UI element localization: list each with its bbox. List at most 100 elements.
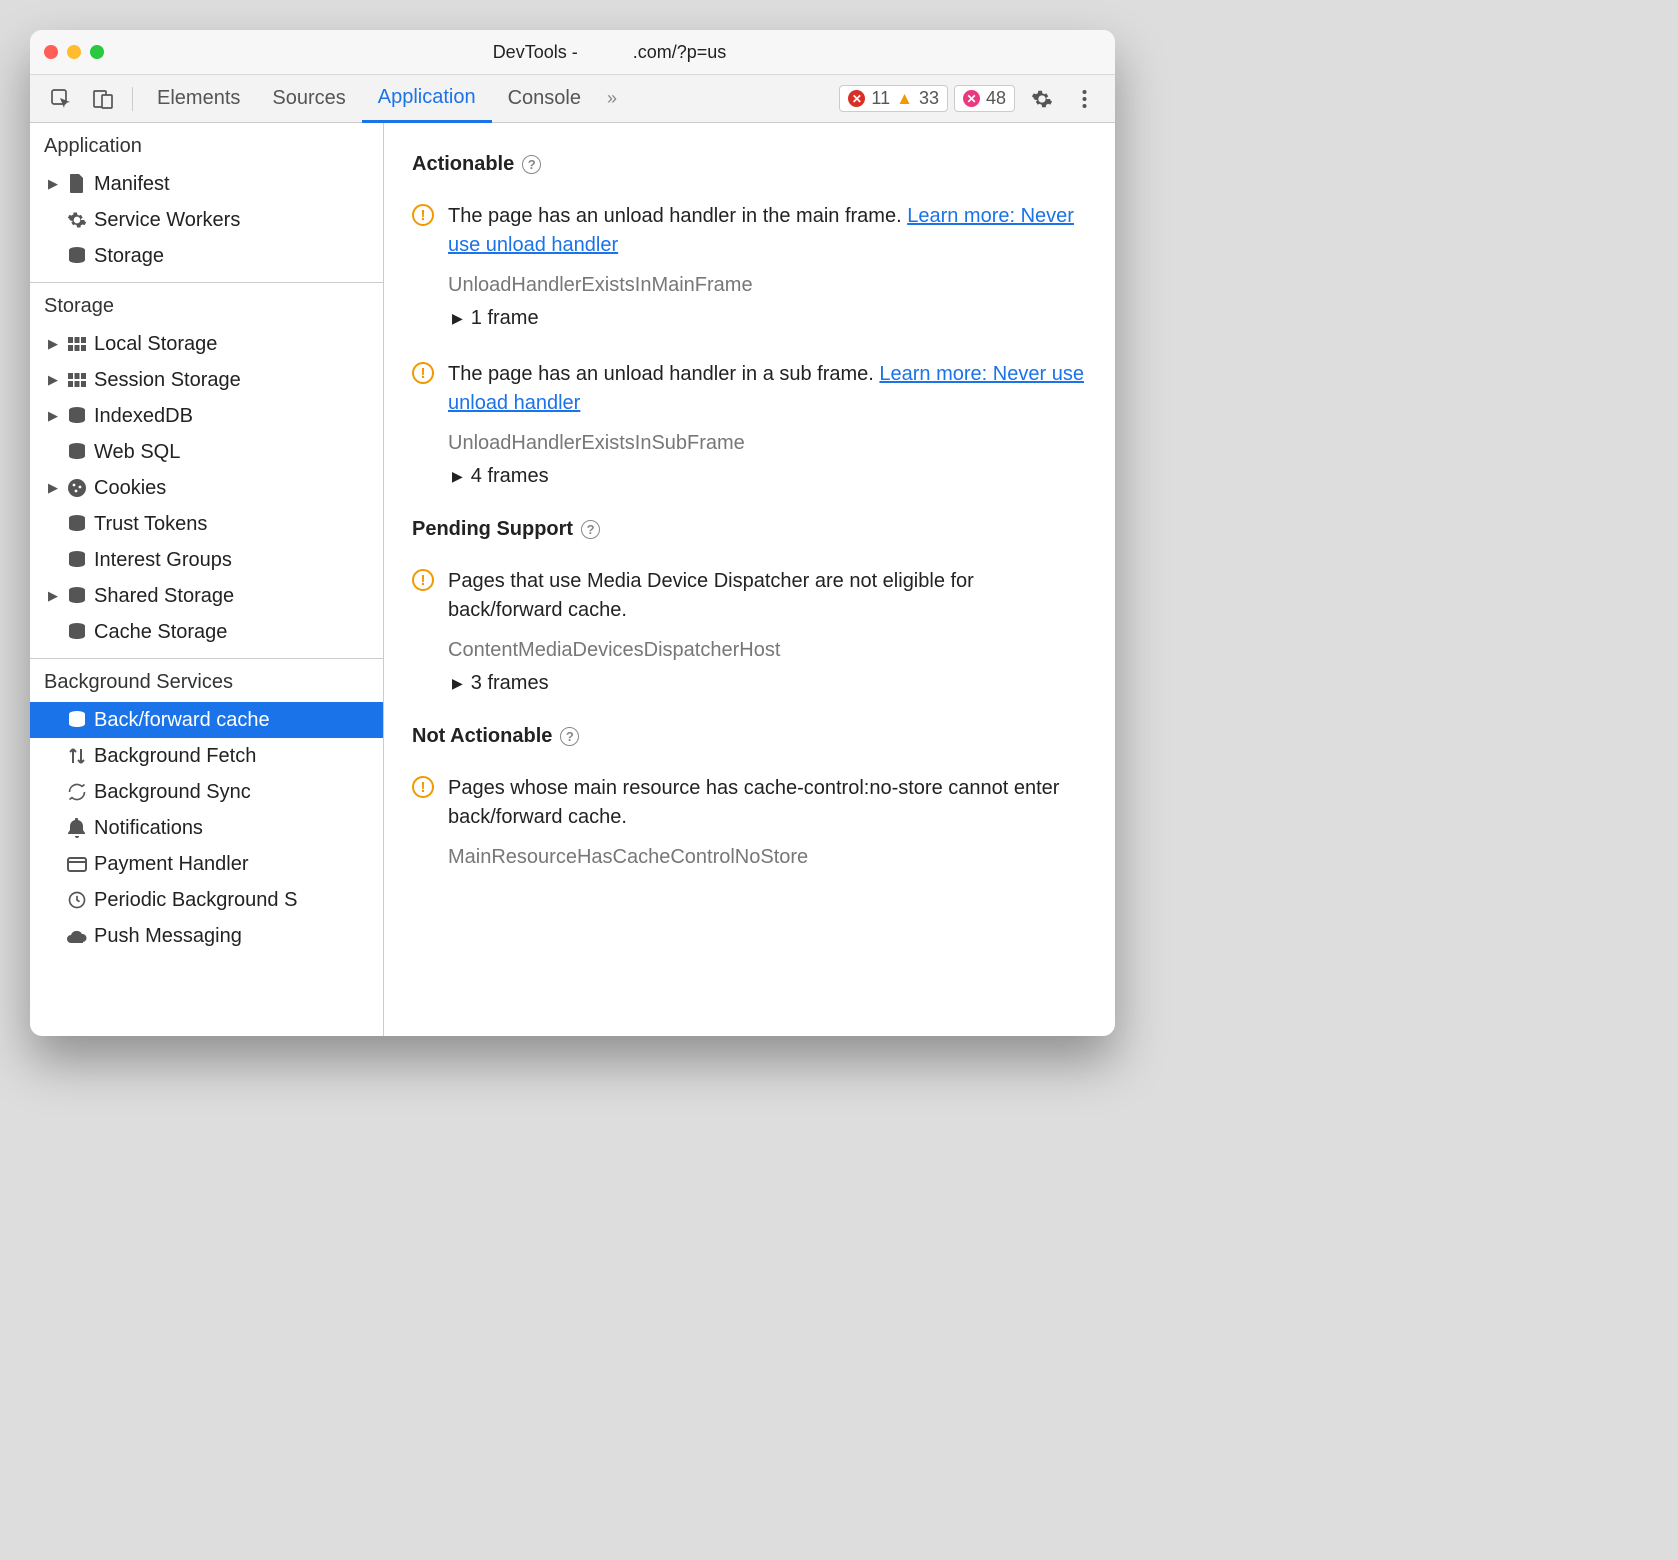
- sidebar-section-header: Application: [30, 123, 383, 166]
- issue-row: !Pages whose main resource has cache-con…: [412, 774, 1087, 832]
- warning-icon: !: [412, 204, 434, 226]
- panel-body: Application ▶ Manifest Service Workers Stora…: [30, 123, 1115, 1036]
- issues-count: 48: [986, 88, 1006, 109]
- sidebar-item-background-sync[interactable]: Background Sync: [30, 774, 383, 810]
- sidebar-item-periodic-background-s[interactable]: Periodic Background S: [30, 882, 383, 918]
- more-tabs-icon[interactable]: »: [607, 88, 617, 109]
- sidebar-item-label: Back/forward cache: [94, 709, 270, 732]
- separator: [132, 87, 133, 111]
- help-icon[interactable]: ?: [522, 155, 541, 174]
- sidebar-item-label: Storage: [94, 245, 164, 268]
- sidebar-item-payment-handler[interactable]: Payment Handler: [30, 846, 383, 882]
- issues-status[interactable]: ✕ 48: [954, 85, 1015, 112]
- issue-code: UnloadHandlerExistsInMainFrame: [448, 274, 1087, 297]
- cookie-icon: [66, 478, 88, 498]
- sidebar-item-background-fetch[interactable]: Background Fetch: [30, 738, 383, 774]
- sidebar-item-storage[interactable]: Storage: [30, 238, 383, 274]
- sidebar-item-indexeddb[interactable]: ▶ IndexedDB: [30, 398, 383, 434]
- tab-application[interactable]: Application: [362, 74, 492, 123]
- sidebar-item-notifications[interactable]: Notifications: [30, 810, 383, 846]
- maximize-button[interactable]: [90, 45, 104, 59]
- sidebar-item-back-forward-cache[interactable]: Back/forward cache: [30, 702, 383, 738]
- sidebar-item-service-workers[interactable]: Service Workers: [30, 202, 383, 238]
- issue-code: MainResourceHasCacheControlNoStore: [448, 846, 1087, 869]
- error-count: 11: [871, 88, 890, 109]
- expand-caret[interactable]: ▶: [46, 588, 60, 604]
- issues-icon: ✕: [963, 90, 980, 107]
- close-button[interactable]: [44, 45, 58, 59]
- db-icon: [66, 551, 88, 569]
- db-icon: [66, 407, 88, 425]
- device-toggle-icon[interactable]: [90, 86, 116, 112]
- tab-sources[interactable]: Sources: [256, 74, 361, 123]
- grid-icon: [66, 337, 88, 351]
- card-icon: [66, 857, 88, 872]
- learn-more-link[interactable]: Learn more: Never use unload handler: [448, 205, 1074, 256]
- help-icon[interactable]: ?: [581, 520, 600, 539]
- sidebar-item-trust-tokens[interactable]: Trust Tokens: [30, 506, 383, 542]
- tab-elements[interactable]: Elements: [141, 74, 256, 123]
- sidebar-item-label: Interest Groups: [94, 549, 232, 572]
- settings-icon[interactable]: [1029, 86, 1055, 112]
- issue-message: Pages whose main resource has cache-cont…: [448, 774, 1087, 832]
- sidebar-item-label: Manifest: [94, 173, 170, 196]
- issue-message: Pages that use Media Device Dispatcher a…: [448, 567, 1087, 625]
- sync-icon: [66, 782, 88, 802]
- console-status[interactable]: ✕11 ▲33: [839, 85, 948, 112]
- cloud-icon: [66, 929, 88, 944]
- issue-code: ContentMediaDevicesDispatcherHost: [448, 639, 1087, 662]
- sidebar-item-manifest[interactable]: ▶ Manifest: [30, 166, 383, 202]
- sidebar-item-label: Notifications: [94, 817, 203, 840]
- issue-group-heading: Actionable?: [412, 153, 1087, 176]
- kebab-menu-icon[interactable]: [1071, 86, 1097, 112]
- gear-icon: [66, 210, 88, 230]
- expand-caret[interactable]: ▶: [46, 408, 60, 424]
- issue-row: ! Pages that use Media Device Dispatcher …: [412, 567, 1087, 625]
- sidebar-item-interest-groups[interactable]: Interest Groups: [30, 542, 383, 578]
- sidebar-item-label: Trust Tokens: [94, 513, 207, 536]
- sidebar-item-web-sql[interactable]: Web SQL: [30, 434, 383, 470]
- frames-expand[interactable]: ▶4 frames: [452, 465, 1087, 488]
- expand-caret[interactable]: ▶: [46, 480, 60, 496]
- devtools-window: DevTools - .com/?p=us ElementsSourcesApp…: [30, 30, 1115, 1036]
- db-icon: [66, 587, 88, 605]
- grid-icon: [66, 373, 88, 387]
- bfcache-panel: Actionable?!The page has an unload handl…: [384, 123, 1115, 1036]
- tab-console[interactable]: Console: [492, 74, 597, 123]
- issue-row: !The page has an unload handler in a sub…: [412, 360, 1087, 418]
- sidebar-item-label: Payment Handler: [94, 853, 249, 876]
- frames-expand[interactable]: ▶3 frames: [452, 672, 1087, 695]
- updown-icon: [66, 746, 88, 766]
- db-icon: [66, 623, 88, 641]
- sidebar-item-label: Local Storage: [94, 333, 217, 356]
- window-title: DevTools - .com/?p=us: [118, 42, 1101, 63]
- help-icon[interactable]: ?: [560, 727, 579, 746]
- titlebar: DevTools - .com/?p=us: [30, 30, 1115, 74]
- issue-message: The page has an unload handler in a sub …: [448, 360, 1087, 418]
- application-sidebar: Application ▶ Manifest Service Workers Stora…: [30, 123, 384, 1036]
- sidebar-item-cache-storage[interactable]: Cache Storage: [30, 614, 383, 650]
- expand-caret[interactable]: ▶: [46, 336, 60, 352]
- sidebar-item-session-storage[interactable]: ▶ Session Storage: [30, 362, 383, 398]
- frames-expand[interactable]: ▶1 frame: [452, 307, 1087, 330]
- expand-caret[interactable]: ▶: [46, 372, 60, 388]
- expand-caret[interactable]: ▶: [46, 176, 60, 192]
- sidebar-item-cookies[interactable]: ▶Cookies: [30, 470, 383, 506]
- learn-more-link[interactable]: Learn more: Never use unload handler: [448, 363, 1084, 414]
- sidebar-item-label: IndexedDB: [94, 405, 193, 428]
- warning-icon: ▲: [896, 89, 913, 109]
- minimize-button[interactable]: [67, 45, 81, 59]
- sidebar-item-shared-storage[interactable]: ▶Shared Storage: [30, 578, 383, 614]
- warning-icon: !: [412, 569, 434, 591]
- issue-group-heading: Not Actionable?: [412, 725, 1087, 748]
- sidebar-item-local-storage[interactable]: ▶ Local Storage: [30, 326, 383, 362]
- inspect-icon[interactable]: [48, 86, 74, 112]
- sidebar-item-push-messaging[interactable]: Push Messaging: [30, 918, 383, 954]
- issue-message: The page has an unload handler in the ma…: [448, 202, 1087, 260]
- file-icon: [66, 174, 88, 194]
- sidebar-item-label: Session Storage: [94, 369, 241, 392]
- sidebar-item-label: Background Fetch: [94, 745, 256, 768]
- db-icon: [66, 443, 88, 461]
- sidebar-item-label: Cache Storage: [94, 621, 227, 644]
- db-icon: [66, 247, 88, 265]
